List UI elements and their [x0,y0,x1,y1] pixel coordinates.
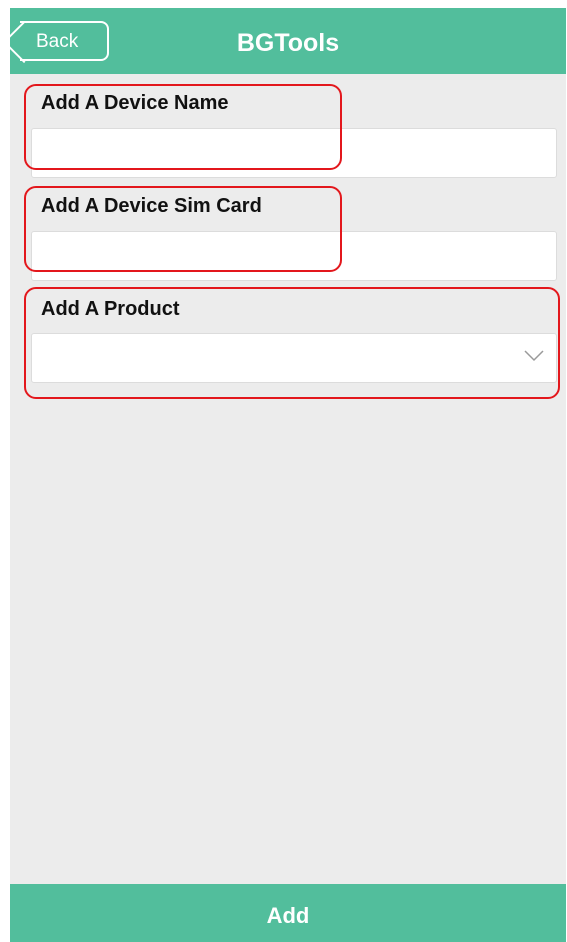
app-screen: Back BGTools Add A Device Name Add A Dev… [10,8,566,942]
annotation-box-device-name [24,84,342,170]
top-bar: Back BGTools [10,8,566,74]
add-button[interactable]: Add [10,884,566,942]
add-button-label: Add [266,903,310,928]
back-button-label: Back [36,31,79,52]
annotation-box-product [24,287,560,399]
annotation-box-sim-card [24,186,342,272]
back-button[interactable]: Back [20,21,109,61]
